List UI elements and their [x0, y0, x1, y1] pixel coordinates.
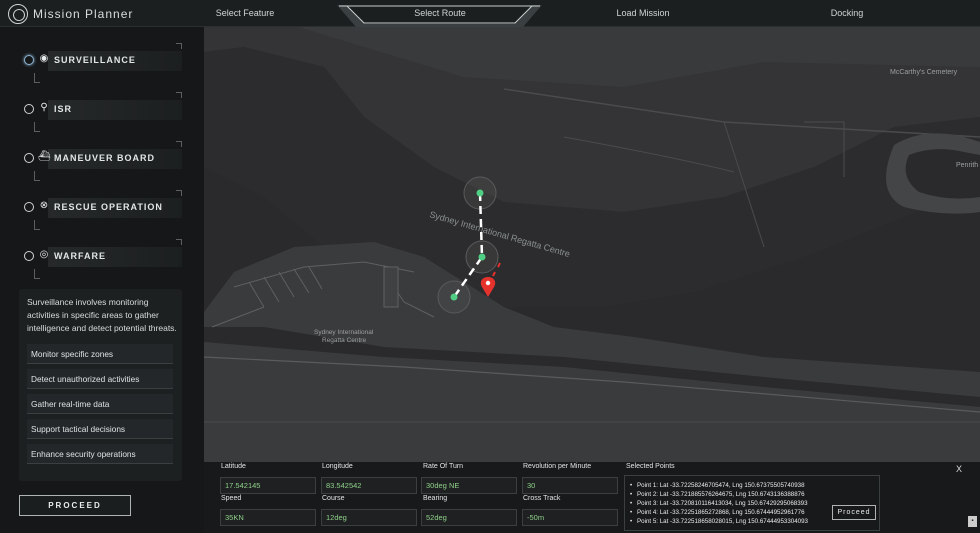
sidebar-item-label: WARFARE: [54, 251, 106, 261]
corner-bracket: [176, 43, 182, 49]
app-title: Mission Planner: [33, 7, 134, 21]
latitude-label: Latitude: [221, 463, 246, 470]
sidebar-item-surveillance[interactable]: ◉ SURVEILLANCE: [20, 43, 182, 83]
feature-item[interactable]: Detect unauthorized activities: [27, 369, 173, 389]
search-icon: ⚲: [40, 102, 48, 113]
cross-track-label: Cross Track: [523, 495, 561, 502]
sidebar-item-label: ISR: [54, 104, 73, 114]
eye-icon: ◉: [39, 53, 49, 64]
corner-bracket: [176, 239, 182, 245]
route-details-panel: Latitude 17.542145 Longitude 83.542542 R…: [204, 462, 980, 533]
radio-isr[interactable]: [24, 104, 34, 114]
sidebar-item-label: MANEUVER BOARD: [54, 153, 156, 163]
course-field[interactable]: 12deg: [321, 509, 417, 526]
list-item: Point 1: Lat -33.72258246705474, Lng 150…: [630, 482, 805, 489]
cross-track-field[interactable]: -50m: [522, 509, 618, 526]
radio-surveillance[interactable]: [24, 55, 34, 65]
app-window: Mission Planner Select Feature Select Ro…: [0, 0, 980, 533]
corner-bracket: [34, 73, 40, 83]
corner-bracket: [34, 269, 40, 279]
longitude-label: Longitude: [322, 463, 353, 470]
corner-bracket: [176, 141, 182, 147]
corner-bracket: [176, 92, 182, 98]
top-bar: Mission Planner Select Feature Select Ro…: [0, 0, 980, 27]
speed-label: Speed: [221, 495, 242, 502]
list-item: Point 5: Lat -33.722518658028015, Lng 15…: [630, 518, 808, 525]
selected-points-title: Selected Points: [626, 463, 675, 470]
tab-select-feature[interactable]: Select Feature: [190, 0, 300, 27]
rpm-label: Revolution per Minute: [523, 463, 592, 470]
corner-bracket: [34, 171, 40, 181]
sidebar-item-warfare[interactable]: ◎ WARFARE: [20, 239, 182, 279]
map-label-cemetery: McCarthy's Cemetery: [890, 69, 958, 76]
logo-icon: [8, 4, 28, 24]
map-canvas[interactable]: McCarthy's Cemetery Sydney International…: [204, 27, 980, 462]
list-item: Point 4: Lat -33.72251865272868, Lng 150…: [630, 509, 805, 516]
sidebar-item-isr[interactable]: ⚲ ISR: [20, 92, 182, 132]
radio-maneuver-board[interactable]: [24, 153, 34, 163]
list-item: Point 3: Lat -33.720810116413034, Lng 15…: [630, 500, 808, 507]
radio-rescue-operation[interactable]: [24, 202, 34, 212]
radio-warfare[interactable]: [24, 251, 34, 261]
close-icon[interactable]: X: [956, 464, 962, 474]
ship-icon: ⛴: [38, 151, 51, 162]
sidebar-item-label: RESCUE OPERATION: [54, 202, 163, 212]
latitude-field[interactable]: 17.542145: [220, 477, 316, 494]
feature-description: Surveillance involves monitoring activit…: [27, 297, 177, 333]
feature-item[interactable]: Monitor specific zones: [27, 344, 173, 364]
tab-docking[interactable]: Docking: [792, 0, 902, 27]
bearing-label: Bearing: [423, 495, 448, 502]
sidebar-item-label: SURVEILLANCE: [54, 55, 136, 65]
map-view[interactable]: McCarthy's Cemetery Sydney International…: [204, 27, 980, 462]
map-label-penrith: Penrith: [956, 162, 978, 169]
bearing-field[interactable]: 52deg: [421, 509, 517, 526]
list-item: Point 2: Lat -33.721885576264675, Lng 15…: [630, 491, 805, 498]
sidebar: ◉ SURVEILLANCE ⚲ ISR ⛴ MANEUVER BOARD ⊗ …: [0, 27, 203, 533]
lifebuoy-icon: ⊗: [39, 200, 49, 211]
tab-load-mission[interactable]: Load Mission: [588, 0, 698, 27]
document-icon[interactable]: ▪: [968, 516, 977, 527]
feature-item[interactable]: Support tactical decisions: [27, 419, 173, 439]
waypoint-marker[interactable]: [478, 253, 486, 261]
target-icon: ◎: [39, 249, 49, 260]
feature-item[interactable]: Gather real-time data: [27, 394, 173, 414]
course-label: Course: [322, 495, 345, 502]
rpm-field[interactable]: 30: [522, 477, 618, 494]
rate-of-turn-field[interactable]: 30deg NE: [421, 477, 517, 494]
speed-field[interactable]: 35KN: [220, 509, 316, 526]
tab-select-route[interactable]: Select Route: [385, 0, 495, 27]
sidebar-item-rescue-operation[interactable]: ⊗ RESCUE OPERATION: [20, 190, 182, 230]
map-label-regatta-small-1: Sydney International: [314, 329, 374, 336]
map-label-regatta-small-2: Regatta Centre: [322, 337, 366, 344]
rate-of-turn-label: Rate Of Turn: [423, 463, 464, 470]
proceed-button[interactable]: PROCEED: [19, 495, 131, 516]
corner-bracket: [34, 122, 40, 132]
corner-bracket: [34, 220, 40, 230]
points-proceed-button[interactable]: Proceed: [832, 505, 876, 520]
longitude-field[interactable]: 83.542542: [321, 477, 417, 494]
corner-bracket: [176, 190, 182, 196]
feature-info-panel: Surveillance involves monitoring activit…: [19, 289, 182, 481]
waypoint-marker[interactable]: [450, 293, 458, 301]
feature-item[interactable]: Enhance security operations: [27, 444, 173, 464]
sidebar-item-maneuver-board[interactable]: ⛴ MANEUVER BOARD: [20, 141, 182, 181]
waypoint-marker[interactable]: [476, 189, 484, 197]
selected-points-list: Point 1: Lat -33.72258246705474, Lng 150…: [624, 475, 880, 531]
